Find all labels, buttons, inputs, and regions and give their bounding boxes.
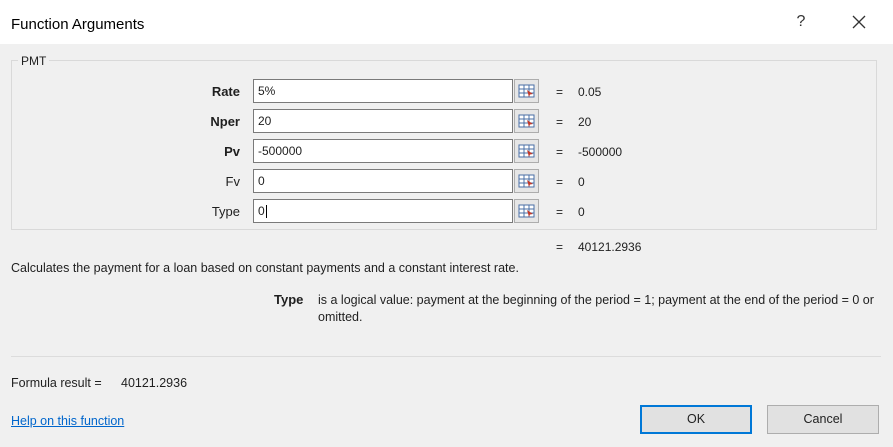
- function-name: PMT: [18, 54, 50, 68]
- selected-argument-name: Type: [274, 292, 304, 307]
- pv-equals: =: [556, 145, 564, 159]
- cancel-button[interactable]: Cancel: [767, 405, 879, 434]
- fv-evaluated: 0: [578, 175, 585, 189]
- rate-label: Rate: [211, 84, 240, 99]
- type-evaluated: 0: [578, 205, 585, 219]
- pv-label: Pv: [224, 144, 240, 159]
- divider: [11, 356, 881, 357]
- type-input-value: 0: [258, 204, 265, 218]
- help-on-function-link[interactable]: Help on this function: [11, 414, 124, 428]
- ok-button[interactable]: OK: [640, 405, 752, 434]
- collapse-dialog-icon: [518, 204, 535, 218]
- nper-input[interactable]: 20: [253, 109, 513, 133]
- rate-evaluated: 0.05: [578, 85, 602, 99]
- result-equals: =: [556, 240, 564, 254]
- fv-label: Fv: [225, 174, 240, 189]
- rate-equals: =: [556, 85, 564, 99]
- collapse-dialog-icon: [518, 84, 535, 98]
- type-label: Type: [211, 204, 240, 219]
- type-input[interactable]: 0: [253, 199, 513, 223]
- rate-ref-button[interactable]: [514, 79, 539, 103]
- type-ref-button[interactable]: [514, 199, 539, 223]
- nper-evaluated: 20: [578, 115, 592, 129]
- text-caret: [265, 205, 267, 219]
- dialog-title: Function Arguments: [11, 16, 145, 33]
- collapse-dialog-icon: [518, 144, 535, 158]
- title-bar: Function Arguments ?: [0, 0, 893, 44]
- fv-equals: =: [556, 175, 564, 189]
- pv-evaluated: -500000: [578, 145, 623, 159]
- formula-result-label: Formula result =: [11, 376, 102, 390]
- selected-argument-description: is a logical value: payment at the begin…: [318, 293, 874, 324]
- function-arguments-dialog: Function Arguments ? PMT Rate 5% = 0.05 …: [0, 0, 893, 447]
- nper-equals: =: [556, 115, 564, 129]
- formula-result-value: 40121.2936: [121, 376, 188, 390]
- rate-input[interactable]: 5%: [253, 79, 513, 103]
- close-button[interactable]: [847, 10, 871, 34]
- close-icon: [852, 15, 866, 29]
- nper-label: Nper: [210, 114, 240, 129]
- pv-ref-button[interactable]: [514, 139, 539, 163]
- nper-ref-button[interactable]: [514, 109, 539, 133]
- pv-input[interactable]: -500000: [253, 139, 513, 163]
- type-equals: =: [556, 205, 564, 219]
- collapse-dialog-icon: [518, 114, 535, 128]
- function-description: Calculates the payment for a loan based …: [11, 261, 519, 275]
- help-button[interactable]: ?: [789, 10, 813, 34]
- collapse-dialog-icon: [518, 174, 535, 188]
- fv-input[interactable]: 0: [253, 169, 513, 193]
- fv-ref-button[interactable]: [514, 169, 539, 193]
- result-preview: 40121.2936: [578, 240, 642, 254]
